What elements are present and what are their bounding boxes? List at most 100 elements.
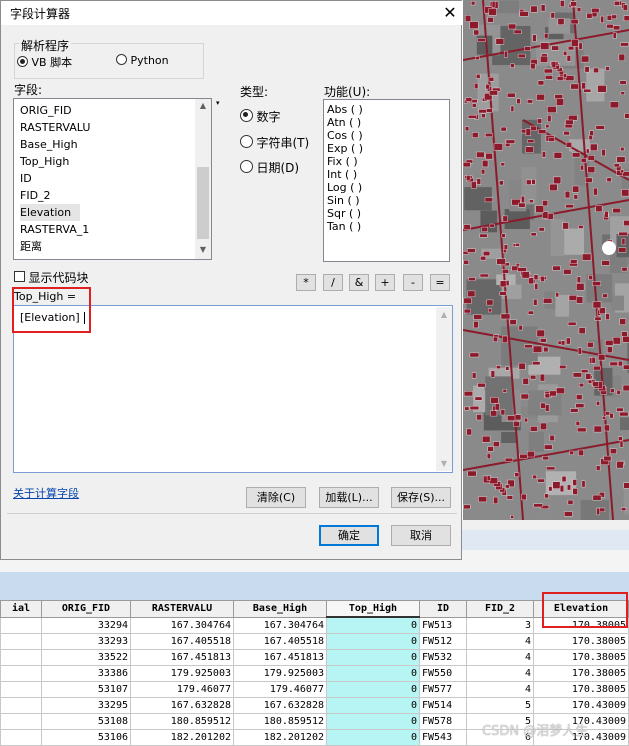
table-cell[interactable]: 3: [466, 616, 534, 634]
table-cell[interactable]: 4: [466, 649, 534, 666]
table-row[interactable]: 53107 179.46077 179.46077 0 FW577 4 170.38005: [0, 681, 629, 698]
radio-date[interactable]: [240, 160, 253, 173]
table-cell[interactable]: 167.451813: [233, 649, 327, 666]
plus-button[interactable]: +: [375, 274, 395, 291]
table-cell[interactable]: [0, 665, 42, 682]
function-item[interactable]: Atn ( ): [327, 116, 361, 129]
ok-button[interactable]: 确定: [319, 525, 379, 546]
table-cell[interactable]: FW577: [419, 681, 467, 698]
table-cell[interactable]: 167.304764: [233, 616, 327, 634]
table-cell[interactable]: FW543: [419, 729, 467, 746]
function-item[interactable]: Int ( ): [327, 168, 357, 181]
table-cell[interactable]: 182.201202: [130, 729, 234, 746]
divide-button[interactable]: /: [323, 274, 343, 291]
radio-vb[interactable]: [17, 56, 28, 67]
table-cell[interactable]: 53108: [41, 713, 131, 730]
scroll-down-icon[interactable]: ▼: [436, 459, 452, 468]
table-cell[interactable]: 0: [326, 633, 420, 650]
python-radio[interactable]: Python: [116, 54, 169, 68]
table-cell[interactable]: 53106: [41, 729, 131, 746]
load-button[interactable]: 加载(L)...: [319, 487, 379, 508]
function-item[interactable]: Sin ( ): [327, 194, 360, 207]
function-item[interactable]: Abs ( ): [327, 103, 363, 116]
table-cell[interactable]: [0, 633, 42, 650]
equals-button[interactable]: =: [430, 274, 450, 291]
ampersand-button[interactable]: &: [349, 274, 369, 291]
table-cell[interactable]: FW578: [419, 713, 467, 730]
field-item[interactable]: ORIG_FID: [20, 102, 72, 119]
table-cell[interactable]: FW513: [419, 616, 467, 634]
table-cell[interactable]: 33293: [41, 633, 131, 650]
column-header[interactable]: Base_High: [233, 600, 327, 618]
table-cell[interactable]: FW550: [419, 665, 467, 682]
function-item[interactable]: Exp ( ): [327, 142, 363, 155]
vb-script-radio[interactable]: VB 脚本: [17, 54, 72, 70]
table-cell[interactable]: 170.38005: [533, 633, 629, 650]
table-cell[interactable]: 180.859512: [233, 713, 327, 730]
table-cell[interactable]: 4: [466, 665, 534, 682]
field-item[interactable]: RASTERVALU: [20, 119, 90, 136]
scroll-thumb[interactable]: [197, 167, 209, 239]
table-cell[interactable]: [0, 616, 42, 634]
table-cell[interactable]: 170.43009: [533, 697, 629, 714]
radio-python[interactable]: [116, 54, 127, 65]
field-item[interactable]: Base_High: [20, 136, 78, 153]
type-string-radio[interactable]: 字符串(T): [240, 134, 309, 151]
table-cell[interactable]: 5: [466, 697, 534, 714]
table-cell[interactable]: 182.201202: [233, 729, 327, 746]
table-cell[interactable]: 4: [466, 681, 534, 698]
fields-listbox[interactable]: ORIG_FID RASTERVALU Base_High Top_High I…: [13, 98, 212, 260]
table-cell[interactable]: 53107: [41, 681, 131, 698]
table-cell[interactable]: 170.38005: [533, 665, 629, 682]
table-cell[interactable]: 33522: [41, 649, 131, 666]
table-cell[interactable]: 33386: [41, 665, 131, 682]
table-cell[interactable]: 0: [326, 729, 420, 746]
scroll-up-icon[interactable]: ▲: [195, 101, 211, 110]
fields-scrollbar[interactable]: ▲ ▼: [195, 99, 211, 259]
function-item[interactable]: Fix ( ): [327, 155, 358, 168]
table-cell[interactable]: 179.925003: [130, 665, 234, 682]
table-row[interactable]: 33294 167.304764 167.304764 0 FW513 3 170.3800…: [0, 616, 629, 634]
table-cell[interactable]: 0: [326, 616, 420, 634]
field-item[interactable]: RASTERVA_1: [20, 221, 89, 238]
column-header[interactable]: Top_High: [326, 600, 420, 618]
title-bar[interactable]: 字段计算器 ✕: [1, 1, 463, 25]
fields-menu-icon[interactable]: ▾: [216, 99, 220, 107]
table-cell[interactable]: 179.46077: [233, 681, 327, 698]
table-cell[interactable]: 167.405518: [130, 633, 234, 650]
table-cell[interactable]: 167.405518: [233, 633, 327, 650]
function-item[interactable]: Cos ( ): [327, 129, 363, 142]
table-cell[interactable]: 0: [326, 713, 420, 730]
close-icon[interactable]: ✕: [439, 2, 461, 24]
field-item-selected[interactable]: Elevation: [20, 204, 80, 221]
column-header[interactable]: RASTERVALU: [130, 600, 234, 618]
column-header[interactable]: FID_2: [466, 600, 534, 618]
field-item[interactable]: Top_High: [20, 153, 69, 170]
table-cell[interactable]: 167.304764: [130, 616, 234, 634]
save-button[interactable]: 保存(S)...: [391, 487, 451, 508]
table-row[interactable]: 33386 179.925003 179.925003 0 FW550 4 170.3800…: [0, 665, 629, 682]
function-item[interactable]: Log ( ): [327, 181, 362, 194]
cancel-button[interactable]: 取消: [391, 525, 451, 546]
table-cell[interactable]: 0: [326, 649, 420, 666]
table-cell[interactable]: 167.451813: [130, 649, 234, 666]
column-header[interactable]: ial: [0, 600, 42, 618]
show-codeblock-checkbox[interactable]: 显示代码块: [14, 269, 89, 286]
table-cell[interactable]: [0, 713, 42, 730]
table-cell[interactable]: [0, 681, 42, 698]
type-number-radio[interactable]: 数字: [240, 108, 281, 125]
scroll-down-icon[interactable]: ▼: [195, 245, 211, 254]
table-cell[interactable]: [0, 649, 42, 666]
table-cell[interactable]: 0: [326, 681, 420, 698]
table-cell[interactable]: 179.46077: [130, 681, 234, 698]
field-item[interactable]: ID: [20, 170, 32, 187]
table-cell[interactable]: 170.38005: [533, 681, 629, 698]
map-view[interactable]: [463, 0, 629, 520]
field-item[interactable]: FID_2: [20, 187, 51, 204]
help-link[interactable]: 关于计算字段: [13, 485, 79, 501]
table-cell[interactable]: FW514: [419, 697, 467, 714]
clear-button[interactable]: 清除(C): [246, 487, 306, 508]
column-header[interactable]: ORIG_FID: [41, 600, 131, 618]
table-cell[interactable]: 33294: [41, 616, 131, 634]
column-header[interactable]: ID: [419, 600, 467, 618]
